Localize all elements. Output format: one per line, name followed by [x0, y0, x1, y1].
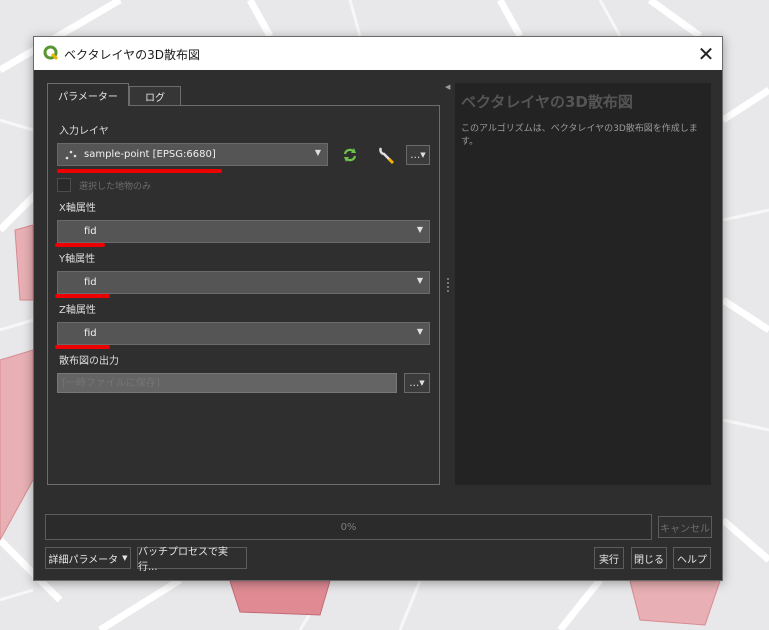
input-layer-value: sample-point [EPSG:6680]	[84, 149, 216, 160]
input-layer-label: 入力レイヤ	[59, 126, 109, 137]
selected-only-label: 選択した地物のみ	[79, 182, 152, 192]
point-layer-icon	[65, 150, 77, 160]
chevron-down-icon: ▼	[314, 148, 321, 157]
x-attribute-combo[interactable]: fid ▼	[57, 220, 430, 243]
y-attribute-combo[interactable]: fid ▼	[57, 271, 430, 294]
highlight-underline	[55, 294, 110, 298]
output-options-button[interactable]: … ▼	[404, 373, 430, 393]
title-bar: ベクタレイヤの3D散布図 ✕	[34, 37, 722, 70]
panel-splitter[interactable]: ◀	[445, 83, 451, 485]
selected-only-checkbox[interactable]	[57, 178, 71, 192]
advanced-parameters-button[interactable]: 詳細パラメータ ▼	[45, 547, 131, 569]
input-layer-combo[interactable]: sample-point [EPSG:6680] ▼	[57, 143, 328, 166]
highlight-underline	[55, 243, 105, 247]
help-title: ベクタレイヤの3D散布図	[461, 93, 633, 111]
z-attribute-combo[interactable]: fid ▼	[57, 322, 430, 345]
tab-parameters[interactable]: パラメーター	[47, 83, 129, 106]
cancel-button[interactable]: キャンセル	[658, 516, 712, 538]
y-attribute-value: fid	[84, 277, 97, 288]
batch-process-button[interactable]: バッチプロセスで実行...	[137, 547, 247, 573]
qgis-logo-icon	[43, 45, 59, 61]
chevron-down-icon: ▼	[419, 379, 425, 387]
run-button[interactable]: 実行	[594, 547, 624, 569]
help-panel: ベクタレイヤの3D散布図 このアルゴリズムは、ベクタレイヤの3D散布図を作成しま…	[455, 83, 711, 485]
x-attribute-label: X軸属性	[59, 203, 96, 214]
chevron-down-icon: ▼	[416, 327, 423, 336]
chevron-down-icon: ▼	[416, 225, 423, 234]
ellipsis-label: …	[410, 149, 421, 161]
window-title: ベクタレイヤの3D散布図	[64, 48, 201, 62]
z-attribute-label: Z軸属性	[59, 305, 96, 316]
collapse-arrow-icon: ◀	[445, 83, 451, 91]
x-attribute-value: fid	[84, 226, 97, 237]
progress-bar: 0%	[45, 514, 652, 540]
wrench-icon[interactable]	[375, 145, 395, 165]
highlight-underline	[57, 169, 222, 173]
help-button[interactable]: ヘルプ	[673, 547, 711, 569]
highlight-underline	[55, 345, 110, 349]
parameters-panel: 入力レイヤ sample-point [EPSG:6680] ▼ … ▼ 選択した…	[47, 105, 440, 485]
chevron-down-icon: ▼	[416, 276, 423, 285]
close-button[interactable]: ✕	[690, 37, 722, 70]
help-description: このアルゴリズムは、ベクタレイヤの3D散布図を作成します。	[461, 124, 698, 147]
dialog-window: ベクタレイヤの3D散布図 ✕ パラメーター ログ 入力レイヤ sample-po…	[33, 36, 723, 581]
output-path-field[interactable]	[57, 373, 397, 393]
y-attribute-label: Y軸属性	[59, 254, 96, 265]
tab-log[interactable]: ログ	[129, 86, 181, 105]
output-label: 散布図の出力	[59, 356, 119, 367]
iterate-icon[interactable]	[341, 146, 359, 164]
ellipsis-label: …	[409, 377, 420, 389]
splitter-grip-icon	[447, 278, 449, 292]
chevron-down-icon: ▼	[420, 151, 426, 159]
close-dialog-button[interactable]: 閉じる	[631, 547, 667, 569]
layer-options-button[interactable]: … ▼	[406, 145, 430, 165]
chevron-down-icon: ▼	[122, 554, 128, 562]
advanced-parameters-label: 詳細パラメータ	[48, 554, 119, 566]
z-attribute-value: fid	[84, 328, 97, 339]
